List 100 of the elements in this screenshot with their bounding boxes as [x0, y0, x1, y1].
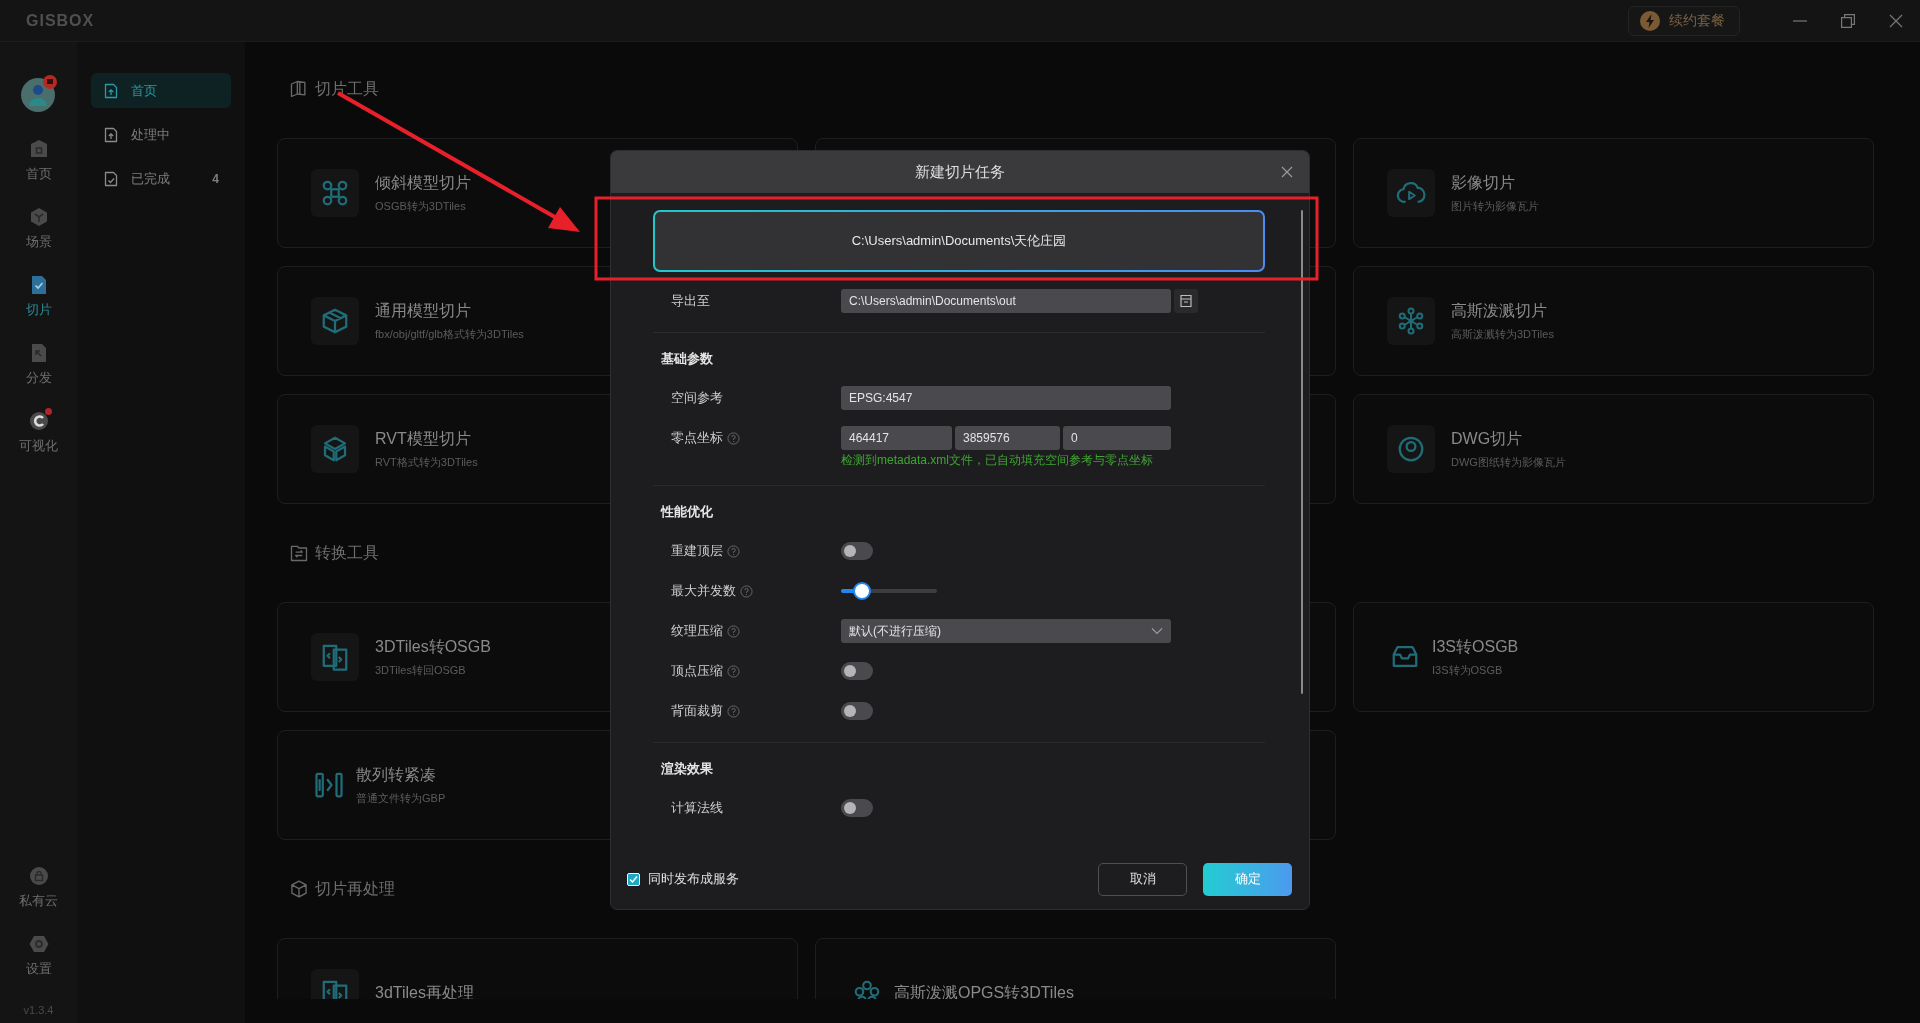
house-icon [28, 139, 49, 159]
card-subtitle: DWG图纸转为影像瓦片 [1451, 454, 1566, 470]
cube-icon [289, 879, 309, 899]
tool-card[interactable]: 高斯泼溅切片 高斯泼溅转为3DTiles [1353, 266, 1874, 376]
close-icon [1889, 13, 1903, 28]
rail-item[interactable]: 场景 [3, 195, 74, 263]
card-title: RVT模型切片 [375, 428, 472, 449]
slider-thumb[interactable] [853, 582, 872, 600]
settings-icon [28, 934, 49, 954]
flower-icon [852, 978, 882, 999]
close-button[interactable] [1279, 164, 1295, 180]
tool-card[interactable]: DWG切片 DWG图纸转为影像瓦片 [1353, 394, 1874, 504]
coordinate-field[interactable]: 0 [1063, 426, 1171, 450]
field-label: 重建顶层 [671, 542, 723, 560]
card-subtitle: RVT格式转为3DTiles [375, 454, 478, 470]
toggle-switch[interactable] [841, 799, 873, 817]
avatar-icon[interactable] [19, 75, 58, 113]
field-label: 纹理压缩 [671, 622, 723, 640]
document-icon [103, 170, 119, 187]
rail-item[interactable]: 首页 [3, 127, 74, 195]
cancel-button[interactable]: 取消 [1098, 862, 1187, 896]
book-icon [289, 79, 309, 99]
card-subtitle: fbx/obj/gltf/glb格式转为3DTiles [375, 326, 524, 342]
rail-item[interactable]: 私有云 [3, 854, 74, 922]
folder-button[interactable] [1174, 289, 1198, 313]
rail-item[interactable]: 可视化 [3, 399, 74, 467]
section-title: 切片再处理 [315, 878, 395, 899]
card-subtitle: OSGB转为3DTiles [375, 198, 467, 214]
card-title: 高斯泼溅切片 [1451, 300, 1548, 321]
box-icon [320, 306, 350, 336]
document-icon [103, 82, 119, 99]
field-label: 顶点压缩 [671, 662, 723, 680]
tool-card[interactable]: 高斯泼溅OPGS转3DTiles [815, 938, 1336, 999]
card-subtitle: 3DTiles转回OSGB [375, 662, 467, 678]
tool-card[interactable]: I3S转OSGB I3S转为OSGB [1353, 602, 1874, 712]
group-heading: 性能优化 [661, 503, 713, 521]
drone-icon [320, 178, 350, 208]
split-bars-icon [314, 770, 344, 800]
nav-item[interactable]: 首页 [91, 73, 231, 108]
c-circle-icon [28, 411, 49, 431]
section-title: 转换工具 [315, 542, 379, 563]
tool-card[interactable]: 影像切片 图片转为影像瓦片 [1353, 138, 1874, 248]
checkmark-icon [628, 873, 639, 885]
section-title: 切片工具 [315, 78, 379, 99]
count-label: 4 [212, 171, 219, 186]
card-subtitle: 高斯泼溅转为3DTiles [1451, 326, 1554, 342]
dropdown[interactable]: 默认(不进行压缩) [841, 619, 1171, 643]
disc-icon [1396, 434, 1426, 464]
text-field[interactable]: EPSG:4547 [841, 386, 1171, 410]
rail-item[interactable]: 分发 [3, 331, 74, 399]
card-title: 倾斜模型切片 [375, 172, 471, 193]
coordinate-field[interactable]: 464417 [841, 426, 952, 450]
rail-item[interactable]: 设置 [3, 922, 74, 990]
card-title: I3S转OSGB [1432, 636, 1519, 657]
path-field[interactable]: C:\Users\admin\Documents\out [841, 289, 1171, 313]
nav-item[interactable]: 已完成 4 [91, 161, 231, 196]
drop-zone[interactable]: C:\Users\admin\Documents\天伦庄园 [653, 210, 1265, 272]
card-title: DWG切片 [1451, 428, 1524, 449]
cube-icon [28, 207, 49, 227]
field-label: 计算法线 [671, 799, 723, 817]
code-panels-icon [320, 642, 350, 672]
card-title: 影像切片 [1451, 172, 1516, 193]
card-subtitle: 普通文件转为GBP [356, 790, 446, 806]
checkbox-label: 同时发布成服务 [648, 870, 740, 888]
card-title: 散列转紧凑 [356, 764, 437, 785]
card-subtitle: I3S转为OSGB [1432, 662, 1504, 678]
rail-item[interactable]: 切片 [3, 263, 74, 331]
nodes-icon [1396, 306, 1426, 336]
checkbox[interactable] [627, 872, 640, 886]
coordinate-field[interactable]: 3859576 [955, 426, 1060, 450]
document-icon [1179, 294, 1193, 308]
nav-item[interactable]: 处理中 [91, 117, 231, 152]
scrollbar[interactable] [1301, 210, 1303, 694]
toggle-switch[interactable] [841, 542, 873, 560]
app-logo: GISBOX [26, 11, 95, 30]
card-title: 通用模型切片 [375, 300, 472, 321]
chevron-down-icon [1151, 627, 1163, 635]
restore-icon [1841, 13, 1855, 28]
document-icon [103, 126, 119, 143]
hint-text: 检测到metadata.xml文件，已自动填充空间参考与零点坐标 [841, 453, 1154, 467]
group-heading: 渲染效果 [661, 760, 713, 778]
minimize-icon [1793, 19, 1807, 22]
field-label: 最大并发数 [671, 582, 736, 600]
field-label: 导出至 [671, 292, 710, 310]
card-title: 高斯泼溅OPGS转3DTiles [894, 982, 1074, 999]
toggle-switch[interactable] [841, 662, 873, 680]
card-title: 3dTiles再处理 [375, 982, 474, 999]
lock-icon [28, 866, 49, 886]
toggle-switch[interactable] [841, 702, 873, 720]
card-subtitle: 图片转为影像瓦片 [1451, 198, 1539, 214]
dialog-title: 新建切片任务 [915, 162, 1005, 182]
close-icon [1279, 164, 1295, 180]
folder-swap-icon [289, 543, 309, 563]
slider-track[interactable] [841, 582, 937, 600]
renew-button[interactable]: 续约套餐 [1628, 5, 1740, 36]
field-label: 零点坐标 [671, 429, 723, 447]
card-title: 3DTiles转OSGB [375, 636, 491, 657]
code-panels-icon [320, 978, 350, 999]
lightning-icon [1639, 9, 1661, 32]
tool-card[interactable]: 3dTiles再处理 [277, 938, 798, 999]
